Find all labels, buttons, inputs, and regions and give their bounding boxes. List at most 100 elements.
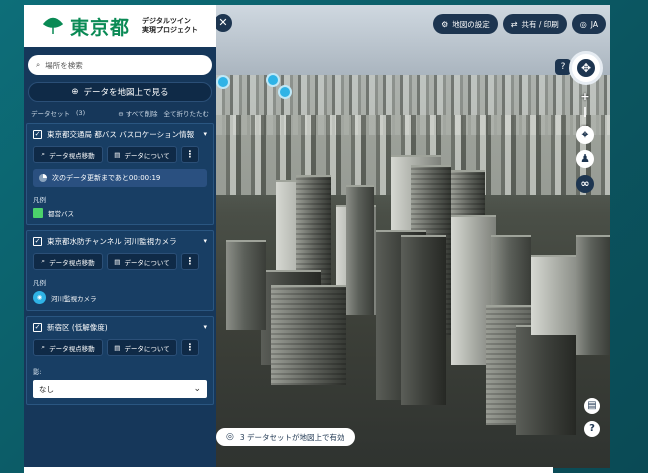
add-data-button[interactable]: ⊕ データを地図上で見る: [28, 82, 212, 102]
language-button[interactable]: ◎ JA: [571, 14, 606, 34]
legend-swatch: [33, 208, 43, 218]
view-data-button[interactable]: ⌕ データ視点移動: [33, 146, 103, 163]
camera-pin[interactable]: [278, 85, 292, 99]
legend-item: 都営バス: [33, 208, 207, 218]
search-icon: ⌕: [41, 150, 46, 158]
dataset-title-row[interactable]: ✓ 新宿区 (低解像度) ▾: [33, 322, 207, 333]
shadow-label: 影:: [33, 368, 42, 376]
language-label: JA: [590, 19, 598, 29]
search-icon: ⌕: [41, 343, 46, 351]
bottom-strip: [24, 467, 553, 473]
help-circle-button[interactable]: ?: [584, 421, 600, 437]
goggles-icon: ∞: [580, 177, 590, 190]
building: [271, 285, 346, 385]
search-placeholder: 場所を検索: [45, 60, 83, 70]
camera-pin[interactable]: [216, 75, 230, 89]
logo[interactable]: 東京都 デジタルツイン 実現プロジェクト: [24, 5, 216, 47]
info-chat-icon: ▤: [114, 343, 121, 352]
dataset-card: ✓ 東京都水防チャンネル 河川監視カメラ ▾ ⌕ データ視点移動 ▤ データにつ…: [26, 230, 214, 311]
about-data-button[interactable]: ▤ データについて: [107, 339, 177, 356]
close-sidebar-button[interactable]: ✕: [214, 14, 232, 32]
shadow-select-value: なし: [39, 384, 54, 394]
collapse-all-button[interactable]: 全て折りたたむ: [164, 108, 210, 118]
top-toolbar: ⚙ 地図の設定 ⇄ 共有 / 印刷 ◎ JA: [433, 14, 606, 34]
datasets-header: データセット (3) ⊖ すべて削除 全て折りたたむ: [24, 102, 216, 118]
chevron-down-icon[interactable]: ▾: [203, 322, 207, 333]
logo-subtitle: デジタルツイン 実現プロジェクト: [142, 17, 198, 35]
share-print-label: 共有 / 印刷: [521, 19, 559, 29]
globe-icon: ◎: [579, 19, 587, 29]
vr-mode-button[interactable]: ∞: [576, 175, 594, 193]
info-chat-icon: ▤: [114, 257, 121, 266]
legend-item: ◉ 河川監視カメラ: [33, 291, 207, 304]
dataset-title: 東京都交通局 都バス バスロケーション情報: [47, 130, 195, 139]
datasets-count: (3): [76, 109, 86, 117]
dataset-title-row[interactable]: ✓ 東京都水防チャンネル 河川監視カメラ ▾: [33, 236, 207, 247]
view-data-label: データ視点移動: [49, 258, 95, 267]
chevron-down-icon[interactable]: ▾: [203, 236, 207, 247]
zoom-in-button[interactable]: +: [577, 90, 593, 104]
building: [576, 235, 610, 355]
building: [401, 235, 446, 405]
active-datasets-chip[interactable]: ◎ 3 データセットが地図上で有効: [216, 428, 355, 446]
dataset-actions: ⌕ データ視点移動 ▤ データについて ⋮: [33, 253, 207, 270]
add-data-label: データを地図上で見る: [83, 88, 169, 98]
dataset-title: 新宿区 (低解像度): [47, 323, 108, 332]
dataset-checkbox[interactable]: ✓: [33, 323, 42, 332]
view-data-button[interactable]: ⌕ データ視点移動: [33, 339, 103, 356]
plus-circle-icon: ⊕: [71, 87, 79, 97]
map-settings-button[interactable]: ⚙ 地図の設定: [433, 14, 498, 34]
sliders-icon: ⚙: [441, 19, 449, 29]
shadow-select[interactable]: なし ⌄: [33, 380, 207, 398]
legend-item-label: 河川監視カメラ: [51, 294, 97, 303]
remove-all-label: すべて削除: [125, 110, 158, 118]
chevron-down-icon[interactable]: ▾: [203, 129, 207, 140]
more-options-button[interactable]: ⋮: [181, 253, 199, 270]
dataset-title: 東京都水防チャンネル 河川監視カメラ: [47, 237, 177, 246]
loading-spinner-icon: [39, 174, 47, 182]
dataset-checkbox[interactable]: ✓: [33, 237, 42, 246]
building: [226, 240, 266, 330]
search-icon: ⌕: [36, 60, 41, 69]
dataset-checkbox[interactable]: ✓: [33, 130, 42, 139]
dataset-actions: ⌕ データ視点移動 ▤ データについて ⋮: [33, 339, 207, 356]
person-icon: ♟: [580, 152, 590, 165]
about-data-label: データについて: [124, 258, 170, 267]
search-input[interactable]: ⌕ 場所を検索: [28, 55, 212, 75]
chevron-down-icon: ⌄: [193, 384, 201, 394]
about-data-label: データについて: [124, 344, 170, 353]
building: [516, 325, 576, 435]
logo-main: 東京都: [70, 16, 131, 39]
layers-signal-icon: ◎: [226, 432, 234, 442]
logo-sub-line1: デジタルツイン: [142, 17, 191, 25]
view-data-label: データ視点移動: [49, 344, 95, 353]
dataset-title-row[interactable]: ✓ 東京都交通局 都バス バスロケーション情報 ▾: [33, 129, 207, 140]
crosshair-icon: ⌖: [581, 128, 589, 141]
locate-button[interactable]: ⌖: [576, 126, 594, 144]
search-icon: ⌕: [41, 257, 46, 265]
about-data-button[interactable]: ▤ データについて: [107, 146, 177, 163]
dataset-actions: ⌕ データ視点移動 ▤ データについて ⋮: [33, 146, 207, 163]
zoom-slider[interactable]: [584, 107, 586, 117]
ginkgo-logo-icon: [42, 17, 64, 34]
feedback-button[interactable]: ▤: [584, 398, 600, 414]
camera-pin[interactable]: [266, 73, 280, 87]
camera-icon: ◉: [33, 291, 46, 304]
compass-control[interactable]: ✥: [569, 51, 603, 85]
dataset-card: ✓ 新宿区 (低解像度) ▾ ⌕ データ視点移動 ▤ データについて ⋮ 影: …: [26, 316, 214, 405]
dataset-card: ✓ 東京都交通局 都バス バスロケーション情報 ▾ ⌕ データ視点移動 ▤ デー…: [26, 123, 214, 225]
update-countdown-text: 次のデータ更新まであと00:00:19: [52, 174, 161, 182]
share-print-button[interactable]: ⇄ 共有 / 印刷: [502, 14, 567, 34]
legend-label: 凡例: [33, 279, 46, 287]
info-chat-icon: ▤: [114, 150, 121, 159]
remove-all-button[interactable]: ⊖ すべて削除: [118, 108, 157, 118]
question-icon: ?: [589, 423, 595, 434]
share-icon: ⇄: [510, 19, 518, 29]
about-data-button[interactable]: ▤ データについて: [107, 253, 177, 270]
more-options-button[interactable]: ⋮: [181, 339, 199, 356]
active-datasets-text: 3 データセットが地図上で有効: [239, 432, 345, 442]
view-data-button[interactable]: ⌕ データ視点移動: [33, 253, 103, 270]
pedestrian-mode-button[interactable]: ♟: [576, 150, 594, 168]
more-options-button[interactable]: ⋮: [181, 146, 199, 163]
map-view[interactable]: [216, 5, 610, 468]
